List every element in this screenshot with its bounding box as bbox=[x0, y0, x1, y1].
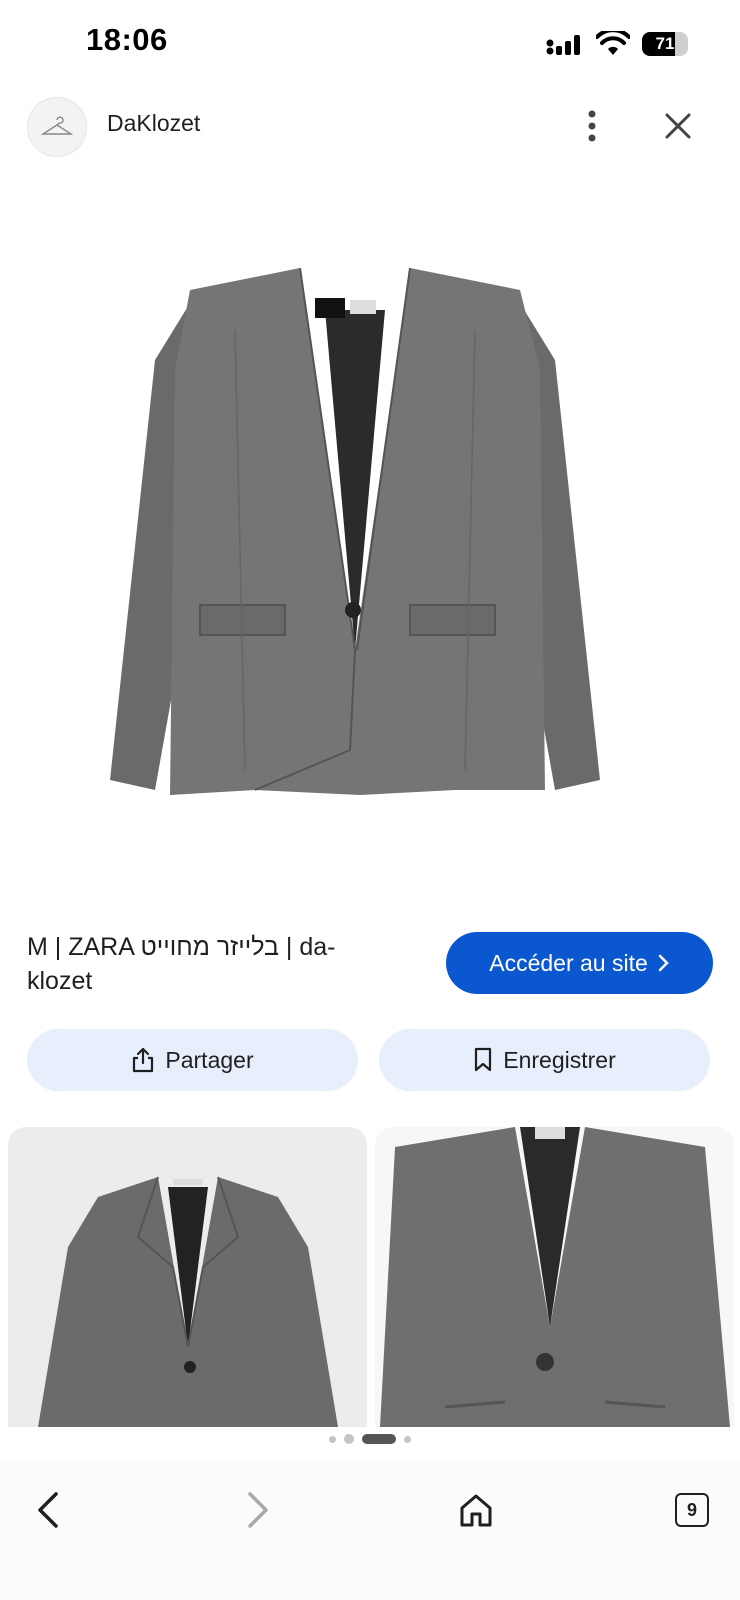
share-label: Partager bbox=[165, 1046, 254, 1073]
page-dot bbox=[329, 1435, 336, 1443]
status-icons: 71 bbox=[546, 26, 688, 62]
chevron-left-icon bbox=[38, 1492, 58, 1528]
site-name[interactable]: DaKlozet bbox=[107, 110, 200, 137]
tab-count: 9 bbox=[675, 1493, 709, 1527]
share-button[interactable]: Partager bbox=[27, 1029, 358, 1091]
page-dot bbox=[404, 1435, 411, 1443]
battery-level: 71 bbox=[655, 34, 675, 53]
related-image-1[interactable] bbox=[8, 1127, 367, 1427]
hanger-icon bbox=[40, 116, 74, 135]
related-image-2[interactable] bbox=[375, 1127, 734, 1427]
tabs-button[interactable]: 9 bbox=[662, 1480, 722, 1540]
blazer-illustration bbox=[110, 267, 600, 795]
visit-site-button[interactable]: Accéder au site bbox=[446, 932, 713, 994]
signal-icon bbox=[546, 35, 580, 55]
home-button[interactable] bbox=[446, 1480, 506, 1540]
save-button[interactable]: Enregistrer bbox=[379, 1029, 710, 1091]
page-dot-active bbox=[362, 1434, 396, 1444]
chevron-right-icon bbox=[658, 954, 669, 972]
battery-icon: 71 bbox=[642, 32, 688, 56]
chevron-right-icon bbox=[248, 1492, 268, 1528]
blazer-thumbnail-1 bbox=[38, 1176, 338, 1427]
close-icon bbox=[665, 113, 691, 139]
product-image[interactable] bbox=[95, 250, 625, 830]
page-dot bbox=[344, 1434, 354, 1444]
share-icon bbox=[133, 1047, 154, 1073]
close-button[interactable] bbox=[658, 106, 698, 146]
back-button[interactable] bbox=[18, 1480, 78, 1540]
product-title: M | ZARA בלייזר מחוייט | da-klozet bbox=[27, 933, 336, 995]
visit-site-label: Accéder au site bbox=[489, 949, 648, 976]
wifi-icon bbox=[596, 31, 630, 55]
more-vert-icon bbox=[588, 110, 596, 142]
home-icon bbox=[460, 1494, 492, 1527]
bookmark-icon bbox=[475, 1047, 492, 1072]
site-logo[interactable] bbox=[27, 97, 87, 157]
save-label: Enregistrer bbox=[503, 1046, 616, 1073]
more-options-button[interactable] bbox=[572, 106, 612, 146]
forward-button[interactable] bbox=[228, 1480, 288, 1540]
bottom-navigation-bar bbox=[0, 1462, 740, 1600]
status-time: 18:06 bbox=[86, 22, 168, 57]
page-indicator bbox=[0, 1434, 740, 1444]
blazer-thumbnail-2 bbox=[380, 1127, 730, 1427]
